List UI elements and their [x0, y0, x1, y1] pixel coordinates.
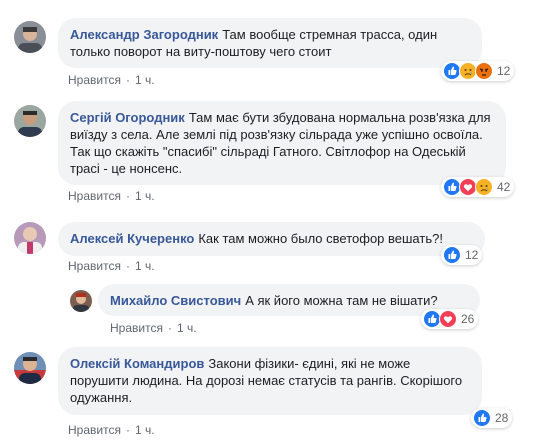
separator: ·	[167, 321, 172, 335]
comment-actions: Нравится · 1 ч.	[68, 422, 155, 438]
comment-timestamp[interactable]: 1 ч.	[135, 73, 155, 87]
comment-actions: Нравится · 1 ч.	[68, 72, 155, 88]
avatar[interactable]	[14, 21, 46, 53]
comment-actions: Нравится · 1 ч.	[110, 320, 197, 336]
like-button[interactable]: Нравится	[68, 423, 121, 437]
avatar[interactable]	[14, 222, 46, 254]
like-reaction-icon	[443, 246, 461, 264]
love-reaction-icon	[439, 310, 457, 328]
reactions-summary[interactable]: 42	[441, 177, 515, 197]
separator: ·	[125, 259, 130, 273]
reaction-count: 26	[461, 312, 475, 326]
comment-timestamp[interactable]: 1 ч.	[135, 423, 155, 437]
like-reaction-icon	[473, 409, 491, 427]
avatar[interactable]	[70, 290, 92, 312]
comment-actions: Нравится · 1 ч.	[68, 258, 155, 274]
reactions-summary[interactable]: 12	[441, 61, 515, 81]
separator: ·	[125, 423, 130, 437]
reactions-summary[interactable]: 28	[471, 408, 513, 428]
avatar[interactable]	[14, 352, 46, 384]
comment-bubble: Сергій Огородник Там має бути збудована н…	[58, 101, 506, 185]
reactions-summary[interactable]: 12	[441, 245, 483, 265]
sad-reaction-icon	[475, 178, 493, 196]
comment-text: А як його можна там не вішати?	[245, 293, 438, 308]
comment-timestamp[interactable]: 1 ч.	[177, 321, 197, 335]
comment-author[interactable]: Алексей Кучеренко	[70, 231, 194, 246]
like-button[interactable]: Нравится	[110, 321, 163, 335]
angry-reaction-icon	[475, 62, 493, 80]
comment-author[interactable]: Олексій Командиров	[70, 356, 204, 371]
comment-bubble: Александр Загородник Там вообще стремная …	[58, 18, 482, 68]
reaction-count: 28	[495, 411, 509, 425]
comment-bubble: Олексій Командиров Закони фізики- єдині, …	[58, 347, 482, 415]
reaction-count: 12	[465, 248, 479, 262]
separator: ·	[125, 73, 130, 87]
comment-author[interactable]: Александр Загородник	[70, 27, 218, 42]
reaction-count: 12	[497, 64, 511, 78]
comment-bubble: Алексей Кучеренко Как там можно было свет…	[58, 222, 485, 256]
separator: ·	[125, 189, 130, 203]
comment-timestamp[interactable]: 1 ч.	[135, 189, 155, 203]
comment-text: Как там можно было светофор вешать?!	[198, 231, 443, 246]
reaction-count: 42	[497, 180, 511, 194]
comment-author[interactable]: Михайло Свистович	[110, 293, 241, 308]
avatar[interactable]	[14, 105, 46, 137]
comment-timestamp[interactable]: 1 ч.	[135, 259, 155, 273]
comment-actions: Нравится · 1 ч.	[68, 188, 155, 204]
like-button[interactable]: Нравится	[68, 189, 121, 203]
like-button[interactable]: Нравится	[68, 73, 121, 87]
reactions-summary[interactable]: 26	[421, 309, 479, 329]
like-button[interactable]: Нравится	[68, 259, 121, 273]
comment-author[interactable]: Сергій Огородник	[70, 110, 185, 125]
